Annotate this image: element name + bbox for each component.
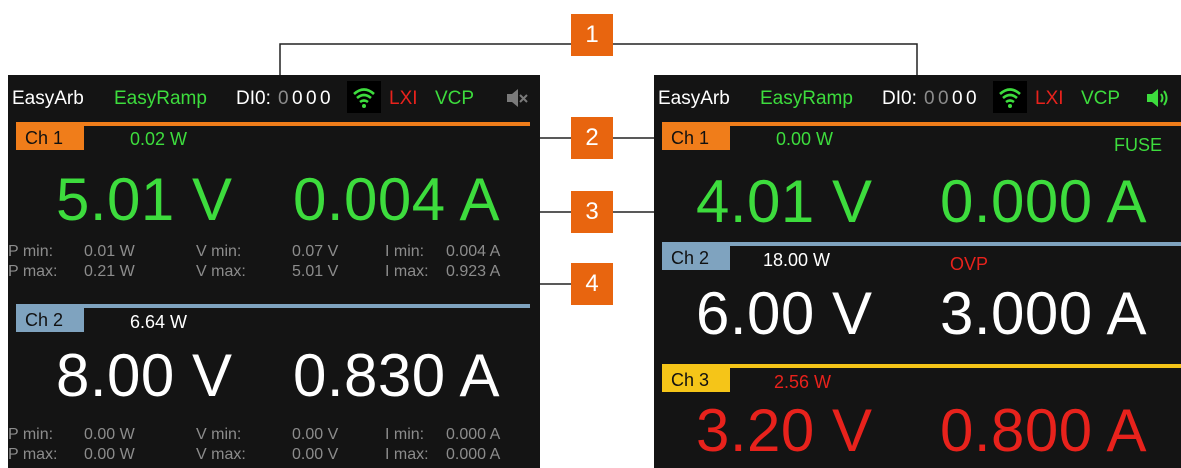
i-min-value: 0.004 A — [446, 243, 501, 260]
v-max-value: 5.01 V — [292, 263, 339, 280]
p-max-label: P max: — [8, 446, 58, 463]
ch1-tag[interactable]: Ch 1 — [16, 126, 84, 150]
wifi-icon — [347, 81, 381, 113]
easyramp-indicator[interactable]: EasyRamp — [760, 88, 853, 110]
ch3-power: 2.56 W — [774, 372, 832, 392]
vcp-indicator: VCP — [1081, 88, 1121, 109]
v-min-value: 0.07 V — [292, 243, 339, 260]
i-max-value: 0.000 A — [446, 446, 501, 463]
ch2-current: 0.830 A — [293, 342, 501, 409]
dio-bit-0: 0 — [924, 88, 935, 109]
ch3-tag[interactable]: Ch 3 — [662, 368, 730, 392]
p-min-label: P min: — [8, 243, 54, 260]
p-max-label: P max: — [8, 263, 58, 280]
p-min-value: 0.01 W — [84, 243, 135, 260]
v-min-label: V min: — [196, 426, 242, 443]
ch1-header-bar — [16, 122, 530, 126]
ch1-voltage: 5.01 V — [56, 166, 233, 233]
callout-3: 3 — [571, 191, 613, 233]
v-max-value: 0.00 V — [292, 446, 339, 463]
dio-bit-2: 0 — [952, 88, 963, 109]
dio-label: DI0: — [236, 88, 271, 109]
ch3-header-bar — [662, 364, 1181, 368]
ch1-power: 0.00 W — [776, 129, 834, 149]
p-min-value: 0.00 W — [84, 426, 135, 443]
v-max-label: V max: — [196, 446, 246, 463]
dio-label: DI0: — [882, 88, 917, 109]
callout-2: 2 — [571, 117, 613, 159]
callout-4: 4 — [571, 263, 613, 305]
ch2-tag[interactable]: Ch 2 — [16, 308, 84, 332]
speaker-on-icon[interactable] — [1144, 85, 1170, 111]
ch1-current: 0.000 A — [940, 168, 1148, 235]
i-min-label: I min: — [385, 426, 425, 443]
ch2-current: 3.000 A — [940, 280, 1148, 347]
ch2-power: 6.64 W — [130, 312, 188, 332]
v-min-label: V min: — [196, 243, 242, 260]
status-bar: EasyArb EasyRamp DI0: 0 0 0 0 LXI VCP — [654, 75, 1181, 119]
dio-bit-3: 0 — [320, 88, 331, 109]
ch3-voltage: 3.20 V — [696, 397, 873, 464]
ch2-voltage: 8.00 V — [56, 342, 233, 409]
ch1-current: 0.004 A — [293, 166, 501, 233]
dio-bit-2: 0 — [306, 88, 317, 109]
right-display: EasyArb EasyRamp DI0: 0 0 0 0 LXI VCP Ch… — [654, 75, 1181, 468]
v-min-value: 0.00 V — [292, 426, 339, 443]
v-max-label: V max: — [196, 263, 246, 280]
ch1-power: 0.02 W — [130, 129, 188, 149]
ch2-tag[interactable]: Ch 2 — [662, 246, 730, 270]
ch1-tag[interactable]: Ch 1 — [662, 126, 730, 150]
ch3-current: 0.800 A — [940, 397, 1148, 464]
p-max-value: 0.00 W — [84, 446, 135, 463]
ch2-header-bar — [16, 304, 530, 308]
ch2-power: 18.00 W — [763, 250, 831, 270]
i-min-value: 0.000 A — [446, 426, 501, 443]
easyarb-indicator[interactable]: EasyArb — [658, 88, 730, 110]
i-min-label: I min: — [385, 243, 425, 260]
status-bar: EasyArb EasyRamp DI0: 0 0 0 0 LXI VCP — [8, 75, 540, 119]
callout-1: 1 — [571, 14, 613, 56]
i-max-label: I max: — [385, 263, 429, 280]
ch2-header-bar — [662, 242, 1181, 246]
lxi-indicator: LXI — [1035, 88, 1064, 109]
ch2-voltage: 6.00 V — [696, 280, 873, 347]
ch1-header-bar — [662, 122, 1181, 126]
wifi-icon — [993, 81, 1027, 113]
lxi-indicator: LXI — [389, 88, 418, 109]
dio-bit-3: 0 — [966, 88, 977, 109]
vcp-indicator: VCP — [435, 88, 475, 109]
ch1-voltage: 4.01 V — [696, 168, 873, 235]
dio-bit-1: 0 — [292, 88, 303, 109]
i-max-value: 0.923 A — [446, 263, 501, 280]
easyramp-indicator[interactable]: EasyRamp — [114, 88, 207, 110]
i-max-label: I max: — [385, 446, 429, 463]
left-display: EasyArb EasyRamp DI0: 0 0 0 0 LXI VCP Ch… — [8, 75, 540, 468]
p-min-label: P min: — [8, 426, 54, 443]
p-max-value: 0.21 W — [84, 263, 135, 280]
dio-bit-0: 0 — [278, 88, 289, 109]
ch1-fuse-flag: FUSE — [1114, 135, 1163, 155]
dio-bit-1: 0 — [938, 88, 949, 109]
easyarb-indicator[interactable]: EasyArb — [12, 88, 84, 110]
speaker-muted-icon[interactable] — [504, 85, 530, 111]
ch2-ovp-flag: OVP — [950, 254, 989, 274]
